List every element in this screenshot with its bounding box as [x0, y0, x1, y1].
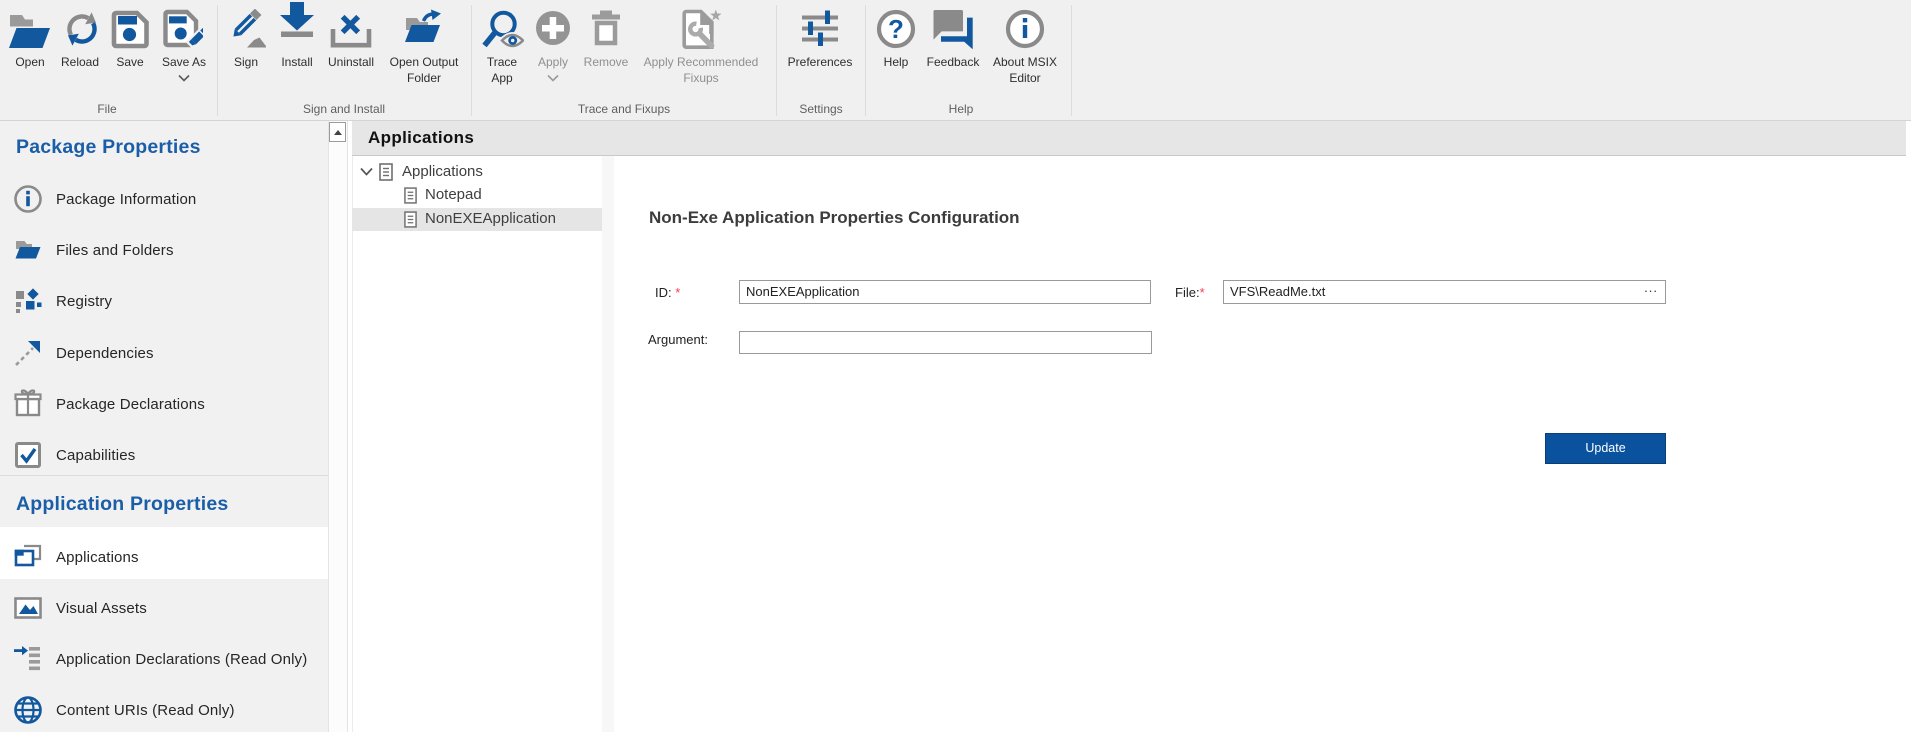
svg-text:?: ? — [888, 14, 904, 44]
